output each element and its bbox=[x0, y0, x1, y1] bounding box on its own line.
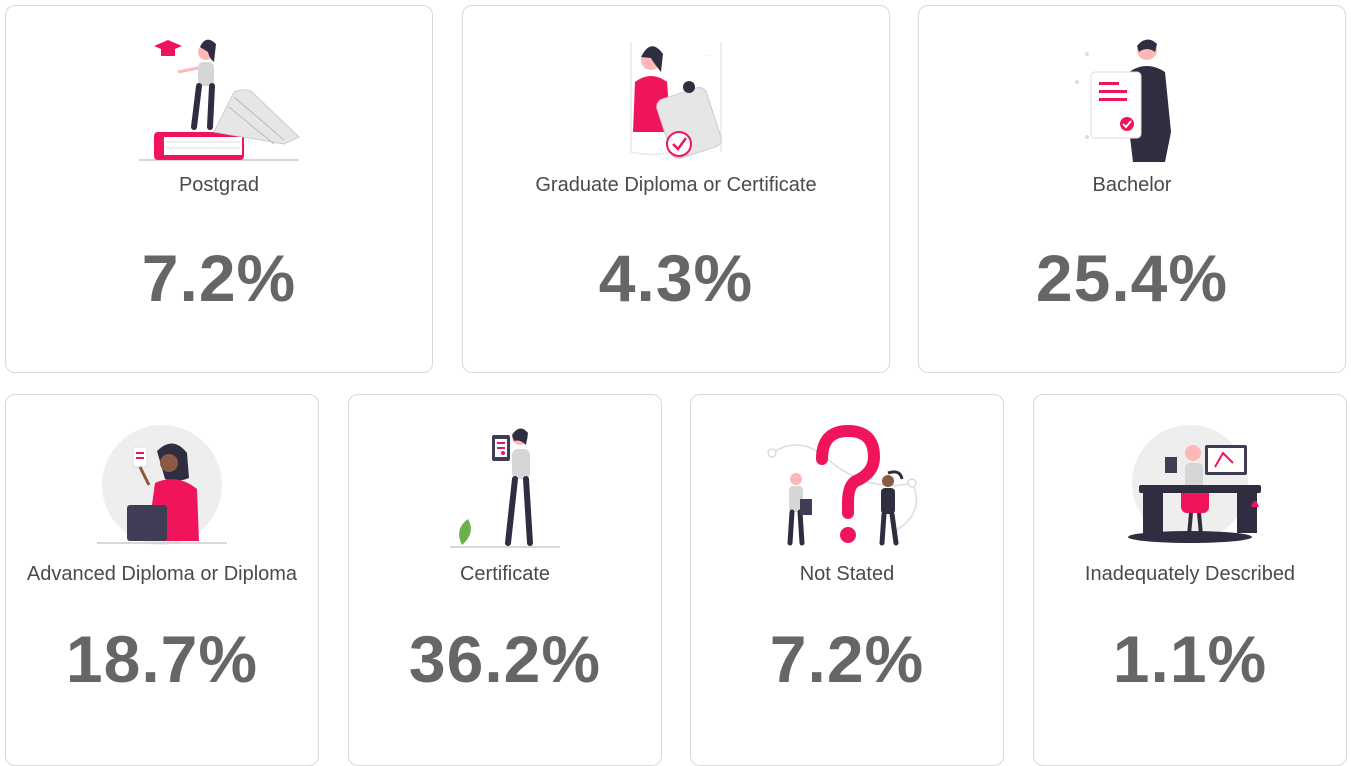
card-label: Inadequately Described bbox=[1084, 563, 1296, 585]
education-card-certificate: Certificate 36.2% bbox=[348, 394, 662, 766]
card-value: 7.2% bbox=[769, 622, 925, 696]
card-value: 4.3% bbox=[598, 241, 754, 315]
card-value: 7.2% bbox=[141, 241, 297, 315]
education-card-not-stated: Not Stated 7.2% bbox=[690, 394, 1004, 766]
svg-text:· ·: · · bbox=[706, 53, 712, 59]
card-value: 25.4% bbox=[1035, 241, 1229, 315]
man-with-document-icon bbox=[1075, 39, 1171, 162]
education-card-advanced-diploma: Advanced Diploma or Diploma 18.7% bbox=[5, 394, 319, 766]
woman-holding-certificate-icon: · · bbox=[630, 42, 722, 159]
woman-with-tablet-icon bbox=[450, 428, 560, 548]
question-mark-people-icon bbox=[767, 424, 918, 546]
education-card-postgrad: Postgrad 7.2% bbox=[5, 5, 433, 373]
card-label: Graduate Diploma or Certificate bbox=[535, 174, 817, 196]
education-card-graduate-diploma: · · Graduate Diploma or Certificate 4.3% bbox=[462, 5, 890, 373]
person-at-desk-icon bbox=[1128, 425, 1261, 543]
card-label: Postgrad bbox=[178, 174, 260, 196]
card-label: Advanced Diploma or Diploma bbox=[26, 563, 298, 585]
card-value: 18.7% bbox=[65, 622, 259, 696]
card-value: 1.1% bbox=[1112, 622, 1268, 696]
card-label: Bachelor bbox=[1092, 174, 1172, 196]
education-card-inadequately-described: Inadequately Described 1.1% bbox=[1033, 394, 1347, 766]
card-label: Certificate bbox=[459, 563, 551, 585]
card-label: Not Stated bbox=[799, 563, 895, 585]
education-card-bachelor: Bachelor 25.4% bbox=[918, 5, 1346, 373]
woman-at-laptop-icon bbox=[97, 425, 227, 545]
graduate-on-books-icon bbox=[139, 39, 300, 161]
card-value: 36.2% bbox=[408, 622, 602, 696]
